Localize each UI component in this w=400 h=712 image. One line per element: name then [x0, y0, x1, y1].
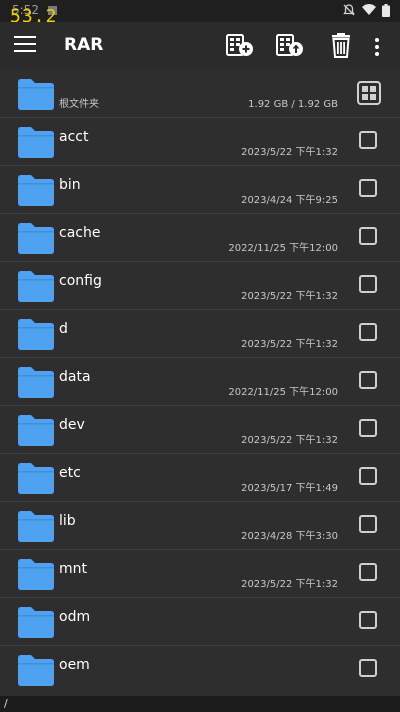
add-to-archive-icon[interactable]	[225, 32, 255, 60]
path-bar: /	[0, 696, 400, 712]
folder-name: lib	[59, 513, 76, 529]
folder-name: config	[59, 273, 102, 289]
notifications-off-icon	[343, 4, 355, 16]
folder-row-oem[interactable]: oem	[0, 646, 400, 694]
current-path: /	[4, 697, 8, 710]
folder-date: 2023/5/22 下午1:32	[241, 291, 338, 302]
folder-icon	[18, 79, 54, 110]
folder-icon	[18, 127, 54, 158]
folder-name: mnt	[59, 561, 87, 577]
more-options-icon[interactable]	[374, 38, 380, 56]
wifi-icon	[362, 4, 376, 15]
folder-row-bin[interactable]: bin 2023/4/24 下午9:25	[0, 166, 400, 214]
select-checkbox[interactable]	[359, 515, 377, 533]
select-checkbox[interactable]	[359, 275, 377, 293]
select-checkbox[interactable]	[359, 371, 377, 389]
select-checkbox[interactable]	[359, 419, 377, 437]
folder-row-d[interactable]: d 2023/5/22 下午1:32	[0, 310, 400, 358]
folder-date: 2023/5/22 下午1:32	[241, 579, 338, 590]
file-list: 根文件夹 1.92 GB / 1.92 GB acct 2023/5/22 下午…	[0, 70, 400, 696]
folder-name: etc	[59, 465, 81, 481]
folder-row-mnt[interactable]: mnt 2023/5/22 下午1:32	[0, 550, 400, 598]
select-checkbox[interactable]	[359, 131, 377, 149]
folder-icon	[18, 655, 54, 686]
folder-date: 2022/11/25 下午12:00	[228, 387, 338, 398]
status-icons	[342, 3, 390, 17]
folder-icon	[18, 511, 54, 542]
folder-row-odm[interactable]: odm	[0, 598, 400, 646]
folder-row-dev[interactable]: dev 2023/5/22 下午1:32	[0, 406, 400, 454]
status-bar: 5:52 53.2	[0, 0, 400, 27]
folder-icon	[18, 271, 54, 302]
folder-date: 2023/5/22 下午1:32	[241, 147, 338, 158]
folder-icon	[18, 367, 54, 398]
folder-name: dev	[59, 417, 85, 433]
folder-icon	[18, 463, 54, 494]
select-checkbox[interactable]	[359, 611, 377, 629]
folder-date: 2023/4/28 下午3:30	[241, 531, 338, 542]
folder-icon	[18, 607, 54, 638]
grid-view-icon[interactable]	[357, 81, 381, 105]
battery-icon	[382, 3, 390, 17]
select-checkbox[interactable]	[359, 659, 377, 677]
app-title: RAR	[64, 35, 104, 55]
storage-usage: 1.92 GB / 1.92 GB	[248, 99, 338, 110]
folder-name: data	[59, 369, 91, 385]
folder-row-cache[interactable]: cache 2022/11/25 下午12:00	[0, 214, 400, 262]
delete-icon[interactable]	[326, 32, 356, 60]
folder-icon	[18, 415, 54, 446]
extract-archive-icon[interactable]	[275, 32, 305, 60]
folder-row-lib[interactable]: lib 2023/4/28 下午3:30	[0, 502, 400, 550]
folder-row-etc[interactable]: etc 2023/5/17 下午1:49	[0, 454, 400, 502]
folder-name: bin	[59, 177, 81, 193]
folder-icon	[18, 223, 54, 254]
folder-date: 2022/11/25 下午12:00	[228, 243, 338, 254]
hamburger-menu-icon[interactable]	[14, 36, 36, 54]
root-folder-row[interactable]: 根文件夹 1.92 GB / 1.92 GB	[0, 70, 400, 118]
root-folder-label: 根文件夹	[59, 99, 99, 110]
select-checkbox[interactable]	[359, 563, 377, 581]
folder-date: 2023/5/17 下午1:49	[241, 483, 338, 494]
folder-date: 2023/4/24 下午9:25	[241, 195, 338, 206]
folder-icon	[18, 175, 54, 206]
select-checkbox[interactable]	[359, 323, 377, 341]
folder-name: d	[59, 321, 68, 337]
folder-row-config[interactable]: config 2023/5/22 下午1:32	[0, 262, 400, 310]
folder-icon	[18, 559, 54, 590]
folder-icon	[18, 319, 54, 350]
select-checkbox[interactable]	[359, 467, 377, 485]
folder-row-acct[interactable]: acct 2023/5/22 下午1:32	[0, 118, 400, 166]
folder-date: 2023/5/22 下午1:32	[241, 435, 338, 446]
app-bar: RAR	[0, 22, 400, 70]
folder-name: oem	[59, 657, 90, 673]
select-checkbox[interactable]	[359, 227, 377, 245]
folder-name: cache	[59, 225, 101, 241]
folder-name: odm	[59, 609, 91, 625]
folder-date: 2023/5/22 下午1:32	[241, 339, 338, 350]
folder-row-data[interactable]: data 2022/11/25 下午12:00	[0, 358, 400, 406]
select-checkbox[interactable]	[359, 179, 377, 197]
folder-name: acct	[59, 129, 89, 145]
